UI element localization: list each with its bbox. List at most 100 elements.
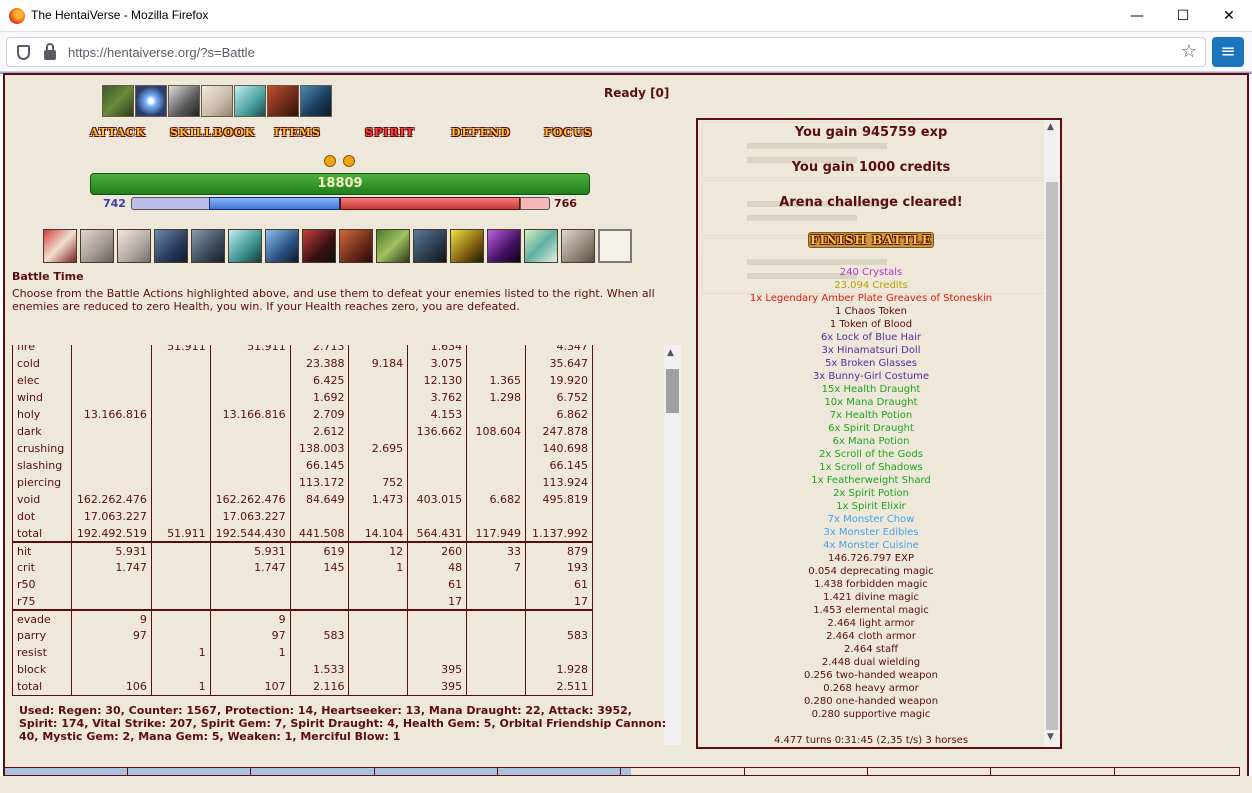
stats-cell <box>210 593 291 610</box>
stats-cell: 619 <box>290 541 350 559</box>
party-member-6-icon[interactable] <box>267 85 299 117</box>
loot-item: 2x Scroll of the Gods <box>819 449 923 460</box>
party-member-2-icon[interactable] <box>135 85 167 117</box>
party-member-7-icon[interactable] <box>300 85 332 117</box>
finish-battle-button[interactable]: FINISH BATTLE <box>808 232 934 248</box>
stats-row: dot 17.063.227 17.063.227 <box>12 508 594 525</box>
progress-strip <box>4 767 1240 776</box>
url-text[interactable]: https://hentaiverse.org/?s=Battle <box>68 45 255 60</box>
stats-cell <box>151 491 211 508</box>
stats-cell: 5.931 <box>71 541 152 559</box>
quickbar-slot-8-icon[interactable] <box>302 229 336 263</box>
quickbar-slot-5-icon[interactable] <box>191 229 225 263</box>
stats-row-label: elec <box>12 372 72 389</box>
close-button[interactable]: ✕ <box>1206 0 1252 32</box>
stats-cell <box>348 609 409 627</box>
stats-cell: 113.172 <box>290 474 350 491</box>
scroll-up-icon[interactable]: ▲ <box>1047 122 1054 132</box>
quickbar-slot-2-icon[interactable] <box>80 229 114 263</box>
stats-cell: 3.075 <box>407 355 468 372</box>
party-member-1-icon[interactable] <box>102 85 134 117</box>
stats-cell: 2.511 <box>525 678 594 696</box>
stats-cell: 145 <box>290 559 350 576</box>
log-scrollbar[interactable]: ▲ ▼ <box>1044 120 1060 747</box>
quickbar-slot-1-icon[interactable] <box>43 229 77 263</box>
stats-scrollbar[interactable]: ▲ <box>664 345 681 745</box>
shield-icon[interactable] <box>17 45 30 60</box>
charge-orb-icon <box>343 155 355 167</box>
url-bar[interactable]: https://hentaiverse.org/?s=Battle ☆ <box>6 37 1206 67</box>
stats-cell <box>348 457 409 474</box>
loot-item: 10x Mana Draught <box>824 397 918 408</box>
stats-cell <box>210 457 291 474</box>
tab-focus[interactable]: FOCUS <box>544 126 593 139</box>
turns-summary: 4.477 turns 0:31:45 (2,35 t/s) 3 horses <box>773 735 969 746</box>
quickbar-slot-14-icon[interactable] <box>524 229 558 263</box>
tab-items[interactable]: ITEMS <box>274 126 321 139</box>
lock-icon[interactable] <box>44 43 56 60</box>
quickbar-slot-12-icon[interactable] <box>450 229 484 263</box>
stats-cell <box>466 644 526 661</box>
stats-cell: 1.692 <box>290 389 350 406</box>
tab-spirit[interactable]: SPIRIT <box>365 126 415 139</box>
stats-cell <box>407 457 468 474</box>
quickbar-slot-6-icon[interactable] <box>228 229 262 263</box>
stats-cell <box>151 576 211 593</box>
stats-cell <box>466 593 526 610</box>
stats-cell: 6.682 <box>466 491 526 508</box>
stats-cell <box>151 559 211 576</box>
stats-cell <box>407 627 468 644</box>
quickbar-slot-4-icon[interactable] <box>154 229 188 263</box>
tab-skillbook[interactable]: SKILLBOOK <box>170 126 255 139</box>
stats-cell: 7 <box>466 559 526 576</box>
exp-gain-text: You gain 945759 exp <box>794 125 948 140</box>
quickbar-slot-15-icon[interactable] <box>561 229 595 263</box>
quickbar-slot-7-icon[interactable] <box>265 229 299 263</box>
star-icon[interactable]: ☆ <box>1181 41 1197 62</box>
stats-cell <box>407 644 468 661</box>
battle-time-heading: Battle Time <box>12 270 84 283</box>
tab-attack[interactable]: ATTACK <box>90 126 146 139</box>
quickbar-slot-3-icon[interactable] <box>117 229 151 263</box>
scrollbar-thumb[interactable] <box>1046 182 1058 730</box>
battle-stats-table: fire 51.911 51.911 2.713 1.634 4.347 cold 23.38… <box>12 345 594 696</box>
stats-cell: 136.662 <box>407 423 468 440</box>
stats-row: r50 61 61 <box>12 576 594 593</box>
quickbar-slot-empty[interactable] <box>598 229 632 263</box>
stats-cell <box>348 423 409 440</box>
tab-defend[interactable]: DEFEND <box>451 126 511 139</box>
minimize-button[interactable]: — <box>1114 0 1160 32</box>
stats-cell <box>71 355 152 372</box>
stats-cell: 1 <box>348 559 409 576</box>
hamburger-menu-icon[interactable]: ≡ <box>1212 37 1244 67</box>
maximize-button[interactable]: ☐ <box>1160 0 1206 32</box>
stats-row-label: fire <box>12 345 72 355</box>
quickbar-slot-11-icon[interactable] <box>413 229 447 263</box>
quickbar-slot-13-icon[interactable] <box>487 229 521 263</box>
loot-item: 2.464 cloth armor <box>826 631 916 642</box>
loot-item: 3x Monster Edibles <box>823 527 919 538</box>
stats-cell: 162.262.476 <box>71 491 152 508</box>
scrollbar-thumb[interactable] <box>666 369 679 413</box>
stats-cell <box>466 678 526 696</box>
stats-cell <box>71 576 152 593</box>
stats-cell <box>348 678 409 696</box>
stats-cell: 1.473 <box>348 491 409 508</box>
battle-log-panel: You gain 945759 exp You gain 1000 credit… <box>696 118 1062 749</box>
loot-item: 1x Legendary Amber Plate Greaves of Ston… <box>749 293 993 304</box>
stats-cell <box>210 576 291 593</box>
party-member-5-icon[interactable] <box>234 85 266 117</box>
scroll-down-icon[interactable]: ▼ <box>1047 732 1054 742</box>
quickbar-slot-10-icon[interactable] <box>376 229 410 263</box>
stats-cell <box>348 508 409 525</box>
scroll-up-icon[interactable]: ▲ <box>667 348 674 358</box>
quickbar-slot-9-icon[interactable] <box>339 229 373 263</box>
stats-cell: 35.647 <box>525 355 594 372</box>
party-member-3-icon[interactable] <box>168 85 200 117</box>
loot-item: 2x Spirit Potion <box>833 488 909 499</box>
ready-status: Ready [0] <box>604 86 670 100</box>
party-member-4-icon[interactable] <box>201 85 233 117</box>
stats-row: cold 23.388 9.184 3.075 35.647 <box>12 355 594 372</box>
stats-row: void 162.262.476 162.262.476 84.649 1.473 403… <box>12 491 594 508</box>
stats-cell <box>348 389 409 406</box>
